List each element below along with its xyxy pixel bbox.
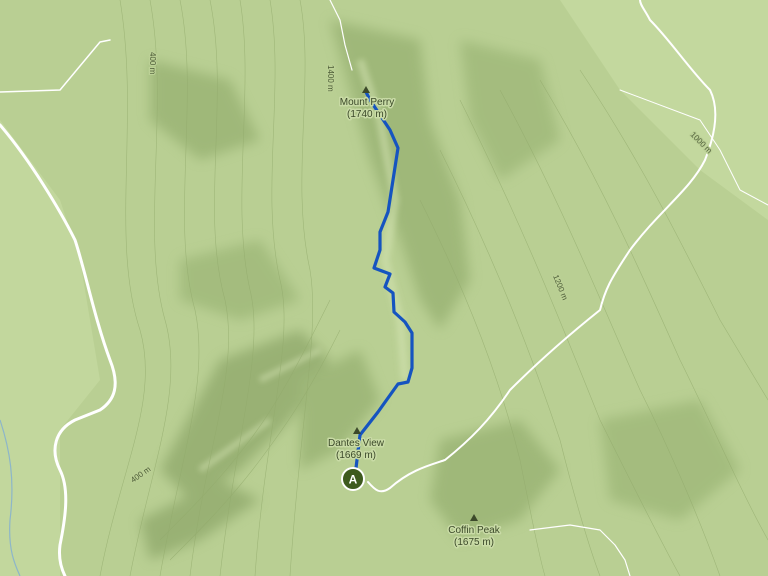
peak-name: Dantes View bbox=[328, 438, 385, 449]
marker-label: A bbox=[349, 473, 358, 487]
peak-elevation: (1740 m) bbox=[347, 109, 387, 120]
contour-label: 1400 m bbox=[326, 65, 335, 92]
contour-label: 400 m bbox=[148, 52, 157, 75]
peak-name: Mount Perry bbox=[340, 97, 394, 108]
peak-elevation: (1675 m) bbox=[454, 537, 494, 548]
map-canvas[interactable]: Mount Perry (1740 m) Dantes View (1669 m… bbox=[0, 0, 768, 576]
peak-elevation: (1669 m) bbox=[336, 450, 376, 461]
route-start-marker[interactable]: A bbox=[341, 467, 365, 491]
terrain-layer: Mount Perry (1740 m) Dantes View (1669 m… bbox=[0, 0, 768, 576]
peak-name: Coffin Peak bbox=[448, 525, 501, 536]
